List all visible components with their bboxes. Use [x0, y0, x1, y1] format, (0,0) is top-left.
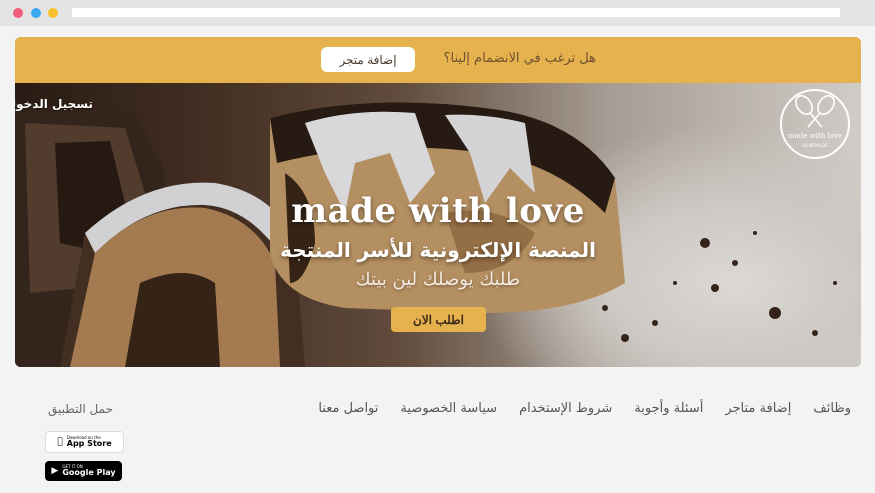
maximize-window-dot[interactable] [48, 8, 58, 18]
apple-icon:  [57, 437, 62, 447]
join-prompt-text: هل ترغب في الانضمام إلينا؟ [443, 51, 596, 66]
hero-title: made with love [291, 191, 585, 231]
footer-link-faq[interactable]: أسئلة وأجوبة [634, 401, 703, 416]
app-store-button[interactable]:  Download on the App Store [45, 431, 124, 453]
whisk-icon [795, 95, 835, 128]
footer-link-add-stores[interactable]: إضافة متاجر [725, 401, 791, 416]
close-window-dot[interactable] [13, 8, 23, 18]
footer-link-contact[interactable]: تواصل معنا [318, 401, 378, 416]
address-bar[interactable] [72, 8, 840, 17]
hero-subtitle: المنصة الإلكترونية للأسر المنتجة [280, 238, 596, 262]
logo-subtext: HOMEMADE [801, 143, 829, 148]
hero-card: هل ترغب في الانضمام إلينا؟ إضافة متجر تس… [15, 37, 861, 367]
order-now-button[interactable]: اطلب الان [391, 307, 486, 332]
footer-link-privacy[interactable]: سياسة الخصوصية [400, 401, 497, 416]
footer-link-terms[interactable]: شروط الإستخدام [519, 401, 612, 416]
google-play-name: Google Play [62, 468, 116, 477]
brand-logo[interactable]: made with love HOMEMADE [780, 89, 850, 159]
download-app-title: حمل التطبيق [48, 402, 113, 416]
app-store-name: App Store [64, 439, 112, 448]
footer-nav: تواصل معنا سياسة الخصوصية شروط الإستخدام… [318, 401, 851, 416]
browser-chrome [0, 0, 875, 26]
hero-banner: تسجيل الدخول made with love HOMEMADE mad… [15, 83, 861, 367]
hero-tagline: طلبك يوصلك لين بيتك [355, 269, 521, 290]
join-banner: هل ترغب في الانضمام إلينا؟ إضافة متجر [15, 37, 861, 83]
minimize-window-dot[interactable] [31, 8, 41, 18]
google-play-button[interactable]: ▶ GET IT ON Google Play [45, 461, 122, 481]
add-store-button[interactable]: إضافة متجر [321, 47, 415, 72]
logo-text: made with love [788, 132, 842, 140]
play-icon: ▶ [51, 466, 59, 476]
footer-link-jobs[interactable]: وظائف [813, 401, 851, 416]
login-link[interactable]: تسجيل الدخول [15, 97, 93, 111]
